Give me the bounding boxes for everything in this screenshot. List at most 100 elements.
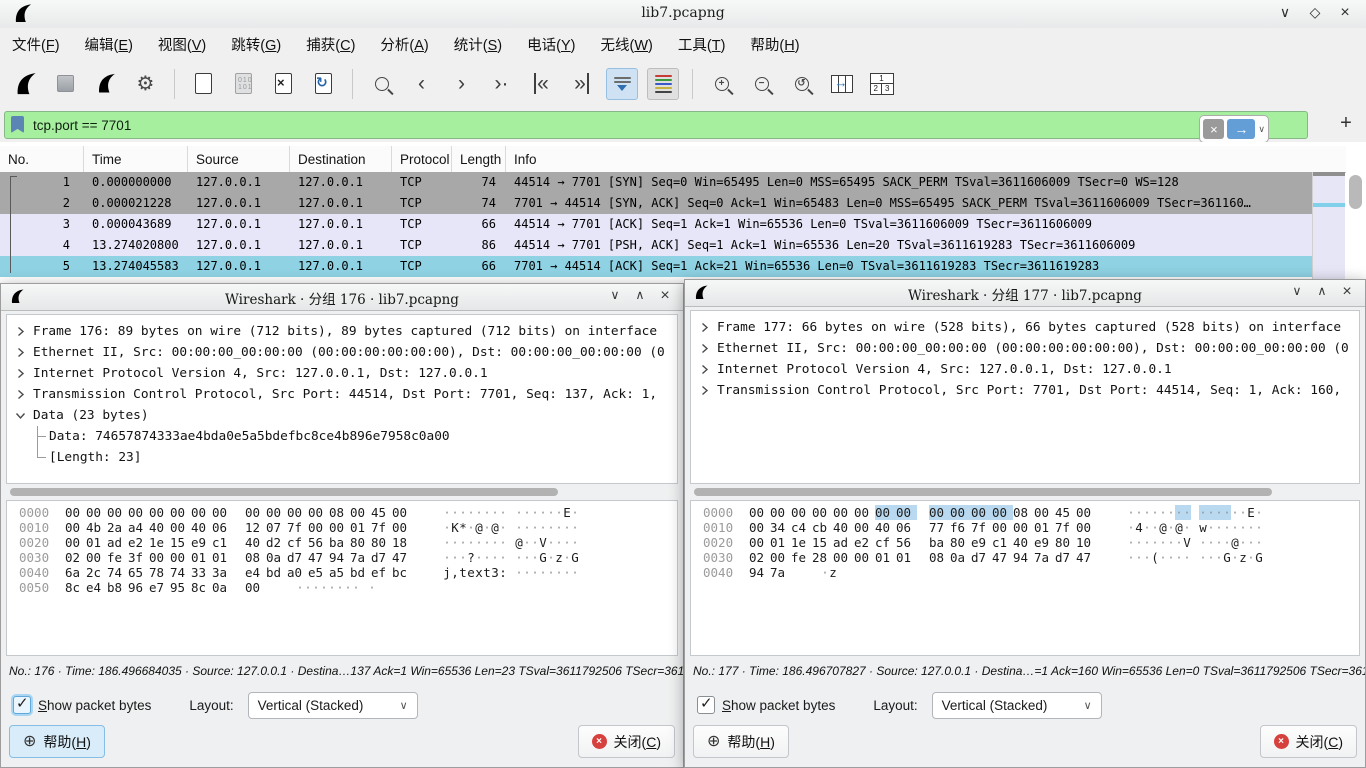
open-file-icon[interactable] <box>188 68 219 100</box>
ascii-char[interactable]: · <box>547 550 555 565</box>
ascii-char[interactable]: * <box>459 520 467 535</box>
ascii-char[interactable]: · <box>1151 505 1159 520</box>
ascii-char[interactable]: · <box>483 550 491 565</box>
ascii-char[interactable]: · <box>336 580 344 595</box>
hex-byte[interactable]: 56 <box>308 535 329 550</box>
hex-row[interactable]: 000000000000000000000000000008004500····… <box>691 505 1359 520</box>
hex-byte[interactable]: d7 <box>971 550 992 565</box>
hex-row[interactable]: 00508ce4b896e7958c0a00········· <box>7 580 677 595</box>
col-header-time[interactable]: Time <box>84 146 188 172</box>
hex-byte[interactable]: 80 <box>350 535 371 550</box>
hex-byte[interactable]: 3f <box>128 550 149 565</box>
ascii-char[interactable]: · <box>491 550 499 565</box>
ascii-char[interactable]: · <box>1199 505 1207 520</box>
ascii-char[interactable]: · <box>1183 505 1191 520</box>
auto-scroll-icon[interactable] <box>606 68 638 100</box>
hex-byte[interactable]: 40 <box>245 535 266 550</box>
hex-byte[interactable]: 80 <box>950 535 971 550</box>
hex-byte[interactable]: 00 <box>854 520 875 535</box>
ascii-char[interactable]: · <box>483 505 491 520</box>
hex-byte[interactable]: 00 <box>854 550 875 565</box>
ascii-char[interactable]: · <box>352 580 360 595</box>
hex-byte[interactable]: 80 <box>1055 535 1076 550</box>
hex-byte[interactable]: 45 <box>1055 505 1076 520</box>
ascii-char[interactable]: t <box>483 565 491 580</box>
ascii-char[interactable]: · <box>1159 535 1167 550</box>
close-file-icon[interactable]: × <box>268 68 299 100</box>
ascii-char[interactable]: E <box>1247 505 1255 520</box>
close-button[interactable]: 关闭(C) <box>1260 725 1357 758</box>
ascii-char[interactable]: · <box>328 580 336 595</box>
hex-byte[interactable]: 00 <box>749 520 770 535</box>
ascii-char[interactable]: · <box>499 550 507 565</box>
ascii-char[interactable]: · <box>563 565 571 580</box>
ascii-char[interactable]: · <box>563 520 571 535</box>
menu-item[interactable]: 捕获(C) <box>306 34 355 55</box>
hex-byte[interactable]: 94 <box>1013 550 1034 565</box>
ascii-char[interactable]: @ <box>491 520 499 535</box>
filter-add-button[interactable]: + <box>1334 110 1358 136</box>
ascii-char[interactable]: · <box>1207 505 1215 520</box>
ascii-char[interactable]: · <box>523 505 531 520</box>
hex-byte[interactable]: 00 <box>149 505 170 520</box>
column-layout-icon[interactable]: 123 <box>866 68 897 100</box>
hex-byte[interactable]: 01 <box>212 550 233 565</box>
ascii-char[interactable]: · <box>1127 505 1135 520</box>
ascii-char[interactable]: · <box>555 565 563 580</box>
hex-byte[interactable]: 00 <box>170 550 191 565</box>
hex-byte[interactable]: e2 <box>128 535 149 550</box>
ascii-char[interactable]: · <box>1231 550 1239 565</box>
ascii-char[interactable]: · <box>1247 520 1255 535</box>
hex-byte[interactable]: e9 <box>191 535 212 550</box>
hex-byte[interactable]: c1 <box>992 535 1013 550</box>
tree-row[interactable]: Data (23 bytes) <box>7 405 677 426</box>
minimize-icon[interactable] <box>1287 283 1307 301</box>
hex-byte[interactable]: a5 <box>329 565 350 580</box>
hex-byte[interactable]: 28 <box>812 550 833 565</box>
ascii-char[interactable]: · <box>1247 550 1255 565</box>
hex-byte[interactable]: 00 <box>929 505 950 520</box>
hex-byte[interactable]: 40 <box>875 520 896 535</box>
show-packet-bytes-checkbox[interactable] <box>697 696 715 714</box>
hex-byte[interactable]: 33 <box>191 565 212 580</box>
hex-byte[interactable]: d2 <box>266 535 287 550</box>
ascii-char[interactable]: @ <box>475 520 483 535</box>
ascii-char[interactable]: · <box>1167 520 1175 535</box>
menu-item[interactable]: 视图(V) <box>158 34 206 55</box>
ascii-char[interactable]: · <box>1223 535 1231 550</box>
hex-byte[interactable]: 08 <box>1013 505 1034 520</box>
expand-icon[interactable] <box>691 322 717 333</box>
ascii-char[interactable]: · <box>1183 520 1191 535</box>
hex-byte[interactable]: 12 <box>245 520 266 535</box>
reload-file-icon[interactable]: ↻ <box>308 68 339 100</box>
ascii-char[interactable]: · <box>1159 550 1167 565</box>
ascii-char[interactable]: · <box>1135 535 1143 550</box>
ascii-char[interactable]: · <box>1127 520 1135 535</box>
hex-byte[interactable]: 00 <box>1034 505 1055 520</box>
layout-select[interactable]: Vertical (Stacked) <box>248 692 418 719</box>
ascii-char[interactable]: · <box>1167 535 1175 550</box>
hex-byte[interactable]: e2 <box>854 535 875 550</box>
ascii-char[interactable]: · <box>547 565 555 580</box>
hex-byte[interactable]: 1e <box>791 535 812 550</box>
hex-byte[interactable]: 00 <box>245 505 266 520</box>
hex-row[interactable]: 000000000000000000000000000008004500····… <box>7 505 677 520</box>
hex-byte[interactable]: 00 <box>350 505 371 520</box>
tree-horizontal-scrollbar[interactable] <box>6 487 678 497</box>
ascii-char[interactable]: j <box>443 565 451 580</box>
restart-capture-icon[interactable] <box>90 68 121 100</box>
hex-byte[interactable]: 15 <box>812 535 833 550</box>
hex-row[interactable]: 0010004b2aa44000400612077f0000017f00·K*·… <box>7 520 677 535</box>
ascii-char[interactable]: · <box>1215 550 1223 565</box>
stop-capture-icon[interactable] <box>50 68 81 100</box>
packet-row[interactable]: 30.000043689127.0.0.1127.0.0.1TCP6644514… <box>0 214 1312 235</box>
ascii-char[interactable]: V <box>539 535 547 550</box>
ascii-char[interactable]: · <box>1135 505 1143 520</box>
tree-row[interactable]: [Length: 23] <box>7 447 677 468</box>
ascii-char[interactable]: · <box>531 535 539 550</box>
hex-byte[interactable]: 07 <box>266 520 287 535</box>
hex-byte[interactable]: 94 <box>749 565 770 580</box>
hex-byte[interactable]: 77 <box>929 520 950 535</box>
hex-byte[interactable]: cf <box>287 535 308 550</box>
ascii-char[interactable]: · <box>1215 505 1223 520</box>
